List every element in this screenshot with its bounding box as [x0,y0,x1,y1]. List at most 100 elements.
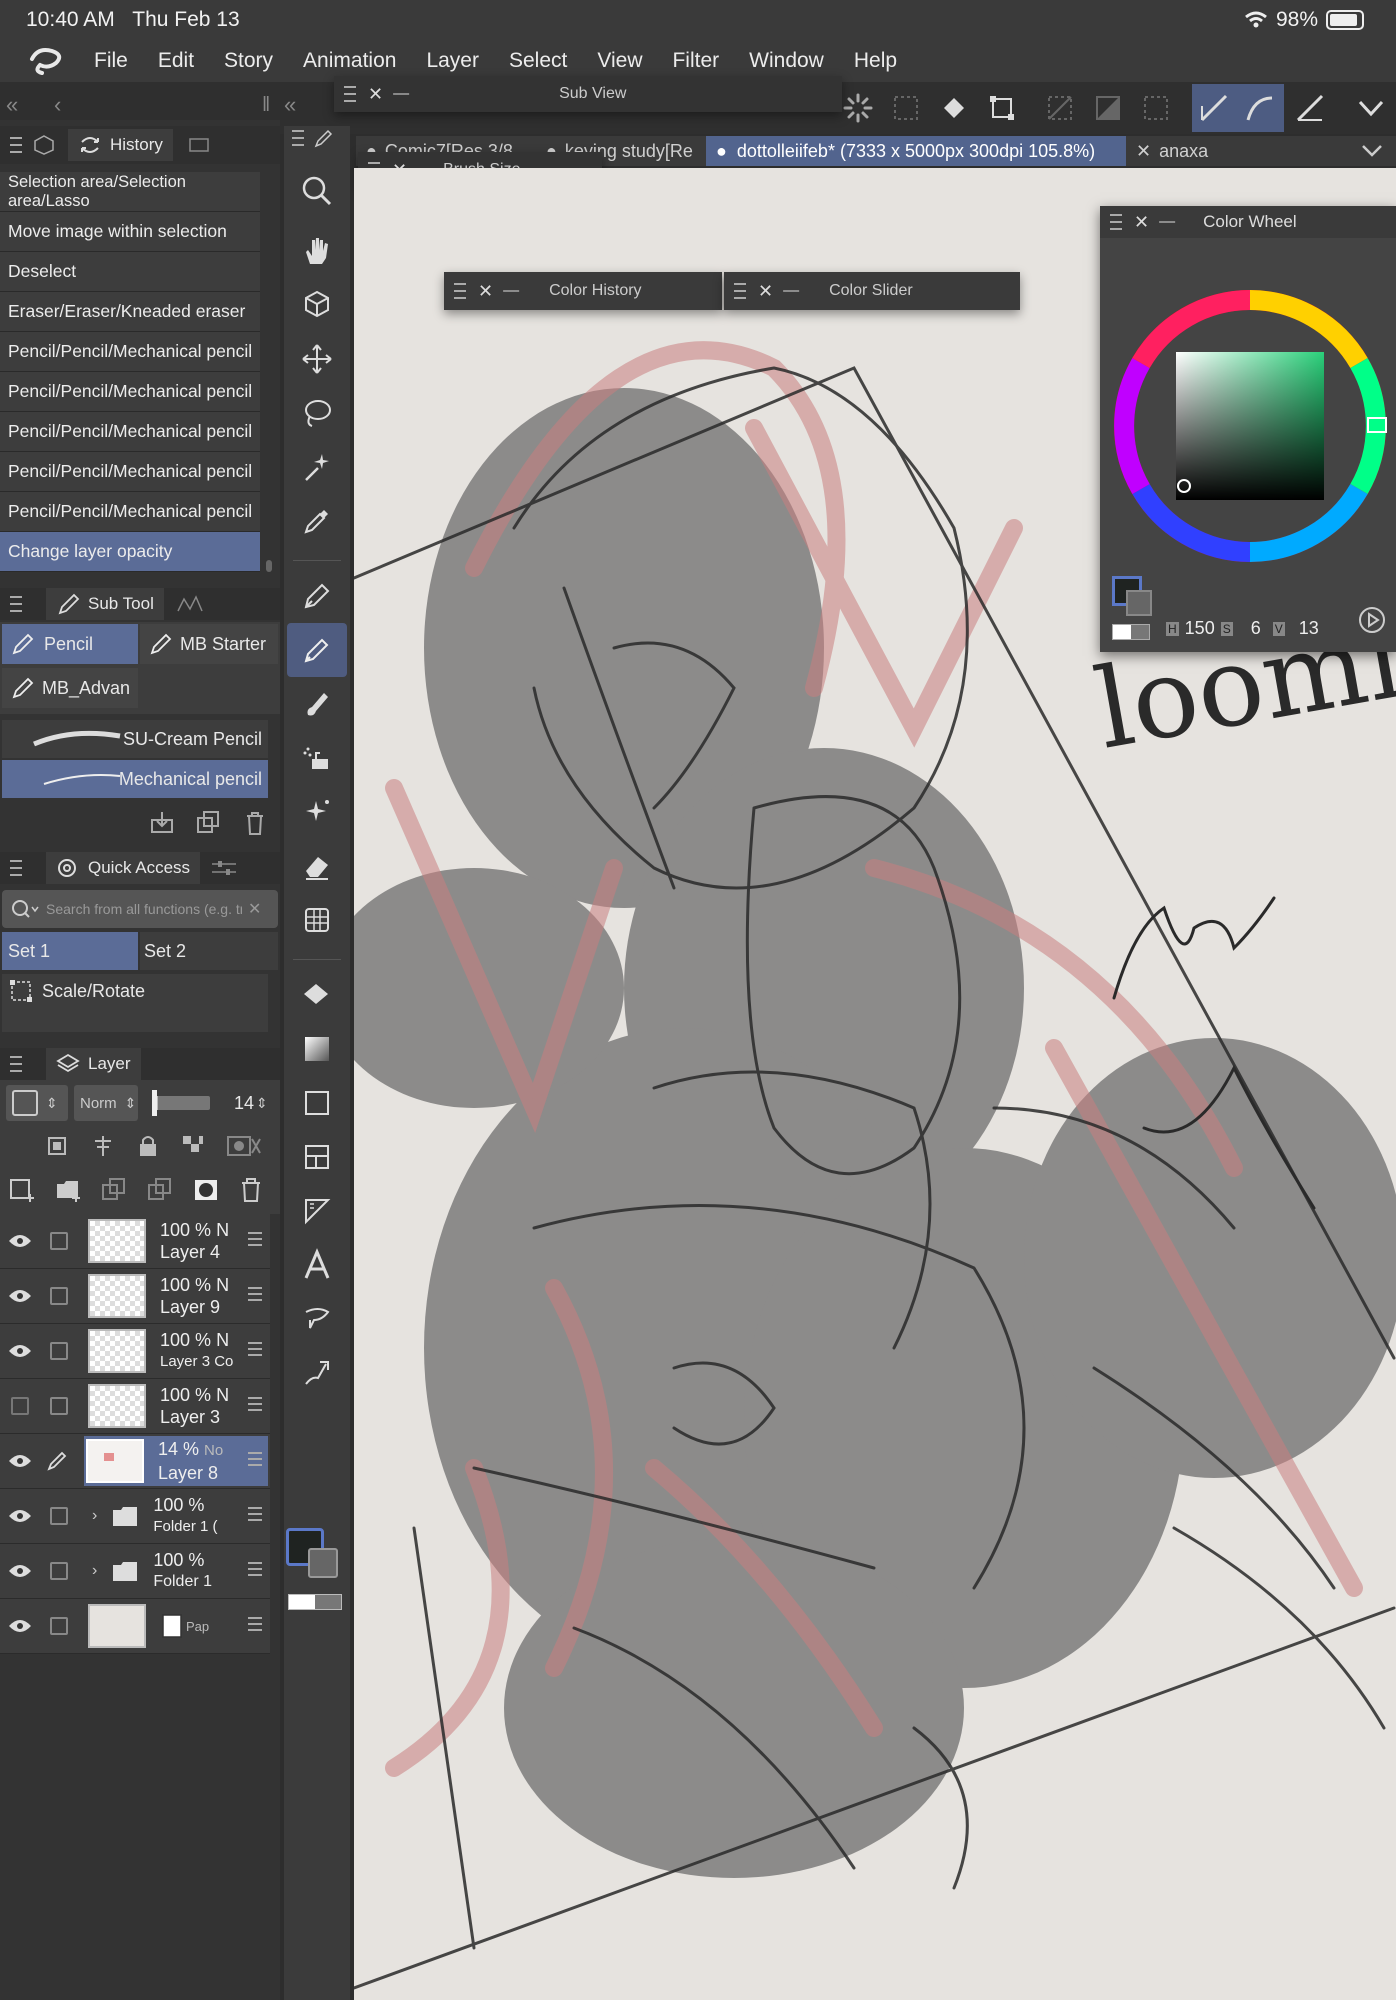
ruler-curve-icon[interactable] [1244,92,1276,124]
brush-tool-button[interactable] [287,677,347,731]
hand-tool-button[interactable] [287,224,347,278]
transparent-color-icon[interactable] [1112,624,1150,640]
layer-checkbox[interactable] [50,1397,68,1415]
auto-select-tool-button[interactable] [287,440,347,494]
layer-row[interactable]: › 100 % Folder 1 [0,1544,270,1599]
menu-filter[interactable]: Filter [672,49,719,73]
close-icon[interactable]: ✕ [478,281,493,302]
history-item[interactable]: Move image within selection [0,212,260,252]
drag-handle-icon[interactable] [1110,214,1122,230]
balloon-tool-button[interactable] [287,1292,347,1346]
menu-select[interactable]: Select [509,49,567,73]
layer-mask-icon[interactable] [192,1176,220,1204]
zoom-tool-button[interactable] [287,164,347,218]
hue-ring[interactable] [1110,286,1390,566]
up-down-icon[interactable]: ⇕ [256,1095,268,1112]
layer-color-dropdown[interactable]: ⇕ [6,1085,68,1121]
clip-layer-icon[interactable] [44,1133,70,1159]
layer-row[interactable]: 100 % N Layer 3 [0,1379,270,1434]
history-item-selected[interactable]: Change layer opacity [0,532,260,572]
layer-checkbox[interactable] [50,1342,68,1360]
select-all-icon[interactable] [1140,92,1172,124]
transform-icon[interactable] [986,92,1018,124]
duplicate-icon[interactable] [194,810,222,836]
layer-checkbox[interactable] [50,1232,68,1250]
history-item[interactable]: Pencil/Pencil/Mechanical pencil [0,452,260,492]
history-item[interactable]: Eraser/Eraser/Kneaded eraser [0,292,260,332]
cube-icon[interactable] [32,133,56,157]
drag-handle-icon[interactable] [10,137,22,153]
quick-access-search-input[interactable]: Search from all functions (e.g. tr [46,901,242,917]
layer-menu-icon[interactable] [248,1232,262,1246]
trash-icon[interactable] [242,810,268,836]
layer-menu-icon[interactable] [248,1397,262,1411]
tab-dottolleiifeb[interactable]: ● dottolleiifeb* (7333 x 5000px 300dpi 1… [706,136,1126,166]
visibility-eye-icon[interactable] [0,1489,40,1543]
frame-border-tool-button[interactable] [287,1130,347,1184]
chevron-down-icon[interactable] [1356,96,1386,120]
move-tool-button[interactable] [287,332,347,386]
pencil-tool-button[interactable] [287,623,347,677]
layer-menu-icon[interactable] [248,1507,262,1521]
menu-layer[interactable]: Layer [426,49,479,73]
brush-item-mechanical-pencil[interactable]: Mechanical pencil [2,760,268,798]
visibility-eye-icon[interactable] [0,1269,40,1323]
play-icon[interactable] [1358,606,1386,634]
mask-enable-icon[interactable] [226,1133,262,1159]
visibility-eye-icon[interactable] [0,1434,40,1488]
new-folder-icon[interactable] [54,1176,82,1204]
menu-file[interactable]: File [94,49,128,73]
collapse-right-icon[interactable]: « [284,92,296,118]
correct-line-tool-button[interactable] [287,1346,347,1400]
layer-menu-icon[interactable] [248,1342,262,1356]
merge-layer-icon[interactable] [146,1176,174,1204]
menu-animation[interactable]: Animation [303,49,396,73]
quick-access-set-2[interactable]: Set 2 [140,932,278,970]
drag-handle-icon[interactable] [454,283,466,299]
layer-row[interactable]: 100 % N Layer 9 [0,1269,270,1324]
layer-menu-icon[interactable] [248,1562,262,1576]
snap-ruler-icon[interactable] [1294,92,1326,124]
opacity-value[interactable]: 14 [234,1093,254,1114]
layer-checkbox[interactable] [50,1507,68,1525]
panel-tab-icon[interactable] [187,135,211,155]
history-item[interactable]: Pencil/Pencil/Mechanical pencil [0,372,260,412]
sub-tool-group-mb-advanced[interactable]: MB_Advan [2,668,138,708]
lasso-tool-button[interactable] [287,386,347,440]
tab-anaxa[interactable]: ✕ anaxa [1126,136,1306,166]
history-tab[interactable]: History [68,129,173,161]
brush-item-su-cream[interactable]: SU-Cream Pencil [2,720,268,758]
history-item[interactable]: Selection area/Selection area/Lasso [0,172,260,212]
menu-help[interactable]: Help [854,49,897,73]
layer-tab[interactable]: Layer [46,1048,141,1080]
fill-bucket-icon[interactable] [938,92,970,124]
menu-window[interactable]: Window [749,49,824,73]
visibility-hidden-box[interactable] [0,1379,40,1433]
minimize-icon[interactable]: — [783,282,799,300]
eraser-tool-button[interactable] [287,839,347,893]
clear-search-icon[interactable]: ✕ [248,899,261,919]
lock-transparency-icon[interactable] [180,1133,206,1159]
expand-chevron-icon[interactable]: › [92,1562,97,1580]
ruler-tool-button[interactable] [287,1184,347,1238]
drag-handle-icon[interactable] [734,283,746,299]
new-raster-layer-icon[interactable] [8,1176,36,1204]
ruler-icon[interactable] [1198,92,1230,124]
chevron-left-icon[interactable]: ‹ [54,92,61,118]
layer-row-paper[interactable]: Pap [0,1599,270,1654]
history-item[interactable]: Pencil/Pencil/Mechanical pencil [0,492,260,532]
visibility-eye-icon[interactable] [0,1214,40,1268]
layer-checkbox[interactable] [50,1287,68,1305]
history-item[interactable]: Deselect [0,252,260,292]
visibility-eye-icon[interactable] [0,1544,40,1598]
layer-row[interactable]: › 100 % Folder 1 ( [0,1489,270,1544]
sub-color-swatch[interactable] [1126,590,1152,616]
pen-tool-button[interactable] [287,569,347,623]
fill-tool-button[interactable] [287,968,347,1022]
quick-access-set-1[interactable]: Set 1 [2,932,138,970]
download-icon[interactable] [148,810,176,836]
quick-access-tab[interactable]: Quick Access [46,852,201,884]
layer-menu-icon[interactable] [248,1452,262,1466]
layer-menu-icon[interactable] [248,1617,262,1631]
minimize-icon[interactable]: — [1159,213,1175,231]
